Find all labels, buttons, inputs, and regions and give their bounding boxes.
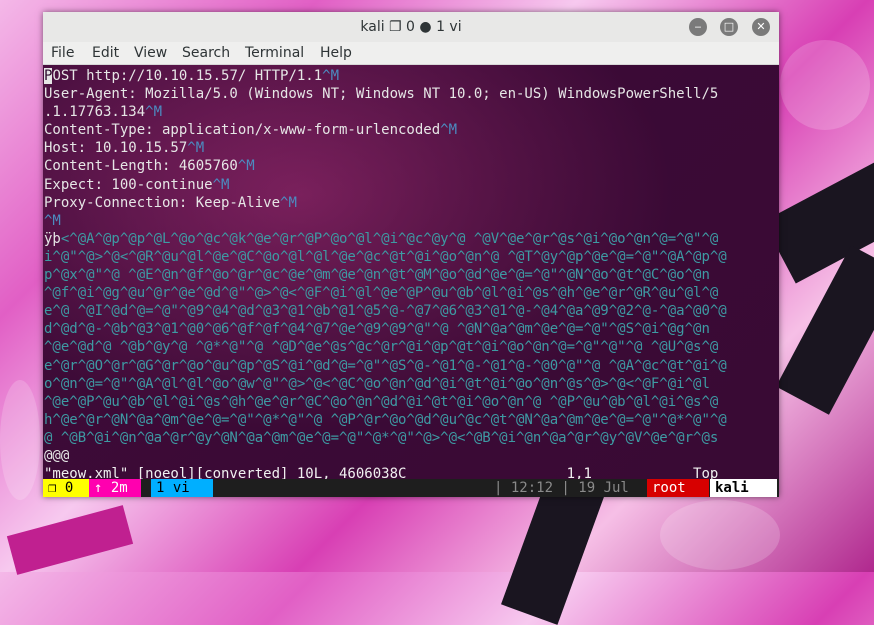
close-button[interactable]: ✕ <box>752 18 770 36</box>
terminal-text: Expect: 100-continue <box>44 176 213 193</box>
menu-edit[interactable]: Edit <box>92 45 119 61</box>
terminal-text: Content-Length: 4605760 <box>44 158 238 175</box>
terminal-text: e^@r^@O^@r^@G^@r^@o^@u^@p^@S^@i^@d^@=^@"… <box>44 357 727 374</box>
terminal-text: @ ^@B^@i^@n^@a^@r^@y^@N^@a^@m^@e^@=^@"^@… <box>44 429 719 446</box>
menu-file[interactable]: File <box>51 45 74 61</box>
terminal-text: .1.17763.134 <box>44 104 146 121</box>
terminal-window[interactable]: kali ❐ 0 ● 1 vi ‒ □ ✕ File Edit View Sea… <box>43 12 779 497</box>
terminal-line: POST http://10.10.15.57/ HTTP/1.1^M <box>44 67 778 85</box>
terminal-line: Content-Length: 4605760^M <box>44 157 778 175</box>
menu-bar: File Edit View Search Terminal Help <box>43 42 779 65</box>
window-title: kali ❐ 0 ● 1 vi <box>360 19 462 35</box>
terminal-text: User-Agent: Mozilla/5.0 (Windows NT; Win… <box>44 86 719 103</box>
menu-view[interactable]: View <box>134 45 167 61</box>
terminal-area[interactable]: POST http://10.10.15.57/ HTTP/1.1^M User-… <box>43 65 779 497</box>
terminal-text: o^@n^@=^@"^@A^@l^@l^@o^@w^@"^@>^@<^@C^@o… <box>44 375 710 392</box>
terminal-text: Proxy-Connection: Keep-Alive <box>44 194 281 211</box>
tmux-clock: | 12:12 | 19 Jul <box>494 480 629 496</box>
terminal-line: @ ^@B^@i^@n^@a^@r^@y^@N^@a^@m^@e^@=^@"^@… <box>44 429 778 447</box>
tmux-host: kali <box>710 479 777 497</box>
terminal-line: Host: 10.10.15.57^M <box>44 139 778 157</box>
menu-terminal[interactable]: Terminal <box>245 45 304 61</box>
terminal-text: @@@ <box>44 447 70 464</box>
terminal-line: ^@e^@d^@ ^@b^@y^@ ^@*^@"^@ ^@D^@e^@s^@c^… <box>44 338 778 356</box>
terminal-line: e^@r^@O^@r^@G^@r^@o^@u^@p^@S^@i^@d^@=^@"… <box>44 357 778 375</box>
terminal-text: ^@f^@i^@g^@u^@r^@e^@d^@"^@>^@<^@F^@i^@l^… <box>44 285 719 302</box>
terminal-text: Host: 10.10.15.57 <box>44 140 188 157</box>
terminal-text: p^@x^@"^@ ^@E^@n^@f^@o^@r^@c^@e^@m^@e^@n… <box>44 267 710 284</box>
terminal-line: ^M <box>44 212 778 230</box>
title-bar[interactable]: kali ❐ 0 ● 1 vi ‒ □ ✕ <box>43 12 779 43</box>
terminal-text: ÿþ <box>44 230 61 247</box>
terminal-text: ^M <box>44 212 61 229</box>
menu-help[interactable]: Help <box>320 45 352 61</box>
terminal-line: .1.17763.134^M <box>44 103 778 121</box>
terminal-text: ^@e^@d^@ ^@b^@y^@ ^@*^@"^@ ^@D^@e^@s^@c^… <box>44 339 719 356</box>
terminal-text: ^@e^@P^@u^@b^@l^@i^@s^@h^@e^@r^@C^@o^@n^… <box>44 393 719 410</box>
terminal-line: Proxy-Connection: Keep-Alive^M <box>44 194 778 212</box>
tmux-status-bar: ❐ 0 ↑ 2m 1 vi | 12:12 | 19 Jul root kali <box>43 479 779 497</box>
terminal-line: o^@n^@=^@"^@A^@l^@l^@o^@w^@"^@>^@<^@C^@o… <box>44 375 778 393</box>
tmux-user: root <box>647 479 709 497</box>
terminal-text: d^@d^@-^@b^@3^@1^@0^@6^@f^@f^@4^@7^@e^@9… <box>44 321 710 338</box>
maximize-button[interactable]: □ <box>720 18 738 36</box>
terminal-text: ^M <box>145 104 163 121</box>
terminal-line: Content-Type: application/x-www-form-url… <box>44 121 778 139</box>
terminal-text: OST http://10.10.15.57/ HTTP/1.1 <box>52 68 323 84</box>
terminal-line: p^@x^@"^@ ^@E^@n^@f^@o^@r^@c^@e^@m^@e^@n… <box>44 266 778 284</box>
tmux-window[interactable]: 1 vi <box>151 479 213 497</box>
terminal-line: e^@ ^@I^@d^@=^@"^@9^@4^@d^@3^@1^@b^@1^@5… <box>44 302 778 320</box>
terminal-text: e^@ ^@I^@d^@=^@"^@9^@4^@d^@3^@1^@b^@1^@5… <box>44 303 727 320</box>
terminal-line: h^@e^@r^@N^@a^@m^@e^@=^@"^@*^@"^@ ^@P^@r… <box>44 411 778 429</box>
minimize-button[interactable]: ‒ <box>689 18 707 36</box>
terminal-text: i^@"^@>^@<^@R^@u^@l^@e^@C^@o^@l^@l^@e^@c… <box>44 248 727 265</box>
terminal-text: h^@e^@r^@N^@a^@m^@e^@=^@"^@*^@"^@ ^@P^@r… <box>44 411 727 428</box>
terminal-text: <^@A^@p^@p^@L^@o^@c^@k^@e^@r^@P^@o^@l^@i… <box>60 230 719 247</box>
terminal-line: ^@f^@i^@g^@u^@r^@e^@d^@"^@>^@<^@F^@i^@l^… <box>44 284 778 302</box>
terminal-output: POST http://10.10.15.57/ HTTP/1.1^M User-… <box>44 67 778 483</box>
terminal-text: ^M <box>237 158 255 175</box>
terminal-line: d^@d^@-^@b^@3^@1^@0^@6^@f^@f^@4^@7^@e^@9… <box>44 320 778 338</box>
terminal-text: ^M <box>280 194 297 211</box>
terminal-line: Expect: 100-continue^M <box>44 176 778 194</box>
terminal-line: ^@e^@P^@u^@b^@l^@i^@s^@h^@e^@r^@C^@o^@n^… <box>44 393 778 411</box>
terminal-text: ^M <box>187 140 205 157</box>
terminal-text: ^M <box>212 176 230 193</box>
tmux-uptime: ↑ 2m <box>89 479 141 497</box>
terminal-line: ÿþ<^@A^@p^@p^@L^@o^@c^@k^@e^@r^@P^@o^@l^… <box>44 230 778 248</box>
terminal-text: ^M <box>322 68 340 84</box>
terminal-line: User-Agent: Mozilla/5.0 (Windows NT; Win… <box>44 85 778 103</box>
tmux-session: ❐ 0 <box>43 479 89 497</box>
terminal-line: @@@ <box>44 447 778 465</box>
menu-search[interactable]: Search <box>182 45 230 61</box>
terminal-text: ^M <box>440 122 458 139</box>
terminal-text: Content-Type: application/x-www-form-url… <box>44 122 441 139</box>
terminal-line: i^@"^@>^@<^@R^@u^@l^@e^@C^@o^@l^@l^@e^@c… <box>44 248 778 266</box>
